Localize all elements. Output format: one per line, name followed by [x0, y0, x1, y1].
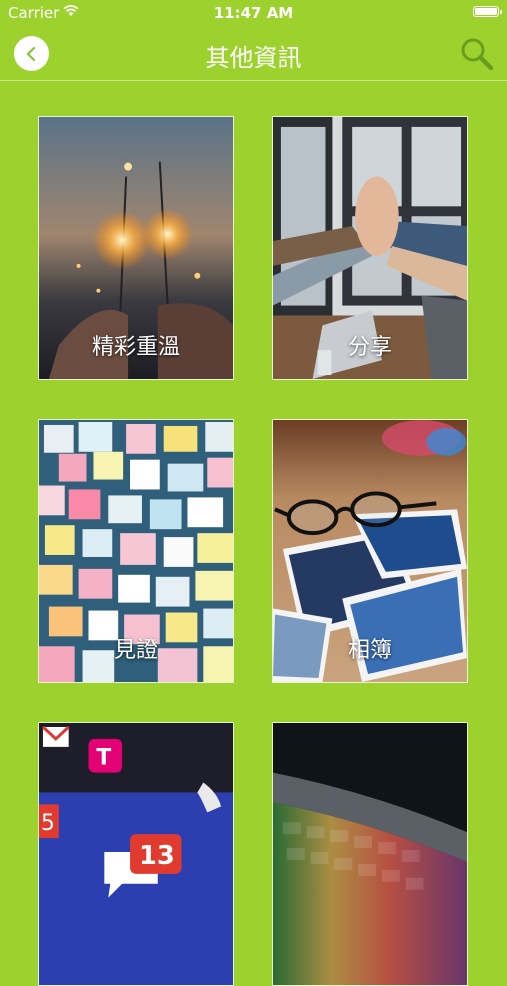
card-item-6[interactable] — [272, 722, 468, 986]
card-label: 分享 — [347, 335, 392, 360]
keyboard-photo — [273, 723, 467, 985]
phone-notification-photo: T 5 13 — [39, 723, 233, 985]
status-bar: Carrier 11:47 AM — [0, 0, 507, 26]
navigation-bar: 其他資訊 — [0, 26, 507, 81]
card-label: 見證 — [113, 638, 158, 663]
svg-text:T: T — [96, 746, 111, 771]
card-highlights[interactable]: 精彩重溫 — [38, 116, 234, 380]
search-icon[interactable] — [459, 36, 495, 72]
page-title: 其他資訊 — [205, 44, 302, 72]
svg-text:5: 5 — [41, 811, 55, 836]
svg-text:13: 13 — [139, 841, 175, 871]
card-share[interactable]: 分享 — [272, 116, 468, 380]
clock: 11:47 AM — [213, 4, 294, 22]
card-testimony[interactable]: 見證 — [38, 419, 234, 683]
battery-icon — [473, 6, 502, 17]
card-item-5[interactable]: T 5 13 — [38, 722, 234, 986]
card-label: 精彩重溫 — [91, 335, 180, 360]
card-album[interactable]: 相簿 — [272, 419, 468, 683]
card-label: 相簿 — [347, 638, 392, 663]
